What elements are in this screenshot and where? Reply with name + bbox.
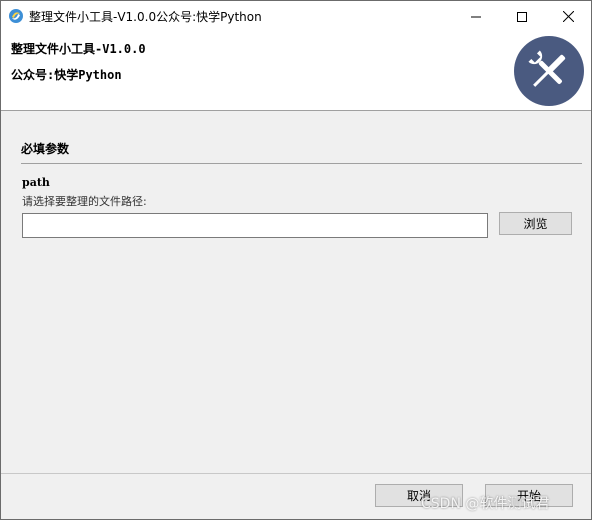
maximize-icon: [517, 7, 527, 26]
field-help-text: 请选择要整理的文件路径:: [22, 195, 147, 208]
title-bar[interactable]: 整理文件小工具-V1.0.0公众号:快学Python: [1, 1, 591, 31]
maximize-button[interactable]: [499, 1, 545, 31]
start-button[interactable]: 开始: [485, 484, 573, 507]
minimize-button[interactable]: [453, 1, 499, 31]
path-input[interactable]: [22, 213, 488, 238]
section-title: 必填参数: [21, 142, 70, 156]
app-window: 整理文件小工具-V1.0.0公众号:快学Python 整理文件小工具-V1.0.…: [0, 0, 592, 520]
browse-button[interactable]: 浏览: [499, 212, 572, 235]
tools-icon: [514, 36, 584, 106]
close-icon: [562, 7, 574, 26]
close-button[interactable]: [545, 1, 591, 31]
header-title: 整理文件小工具-V1.0.0: [11, 42, 146, 56]
minimize-icon: [471, 7, 481, 26]
footer-divider: [1, 473, 591, 474]
app-logo-icon: [8, 8, 24, 24]
header-panel: 整理文件小工具-V1.0.0 公众号:快学Python: [1, 31, 591, 111]
field-name: path: [22, 176, 50, 189]
window-title: 整理文件小工具-V1.0.0公众号:快学Python: [29, 10, 262, 24]
header-subtitle: 公众号:快学Python: [11, 68, 122, 82]
cancel-button[interactable]: 取消: [375, 484, 463, 507]
section-divider: [21, 163, 582, 164]
